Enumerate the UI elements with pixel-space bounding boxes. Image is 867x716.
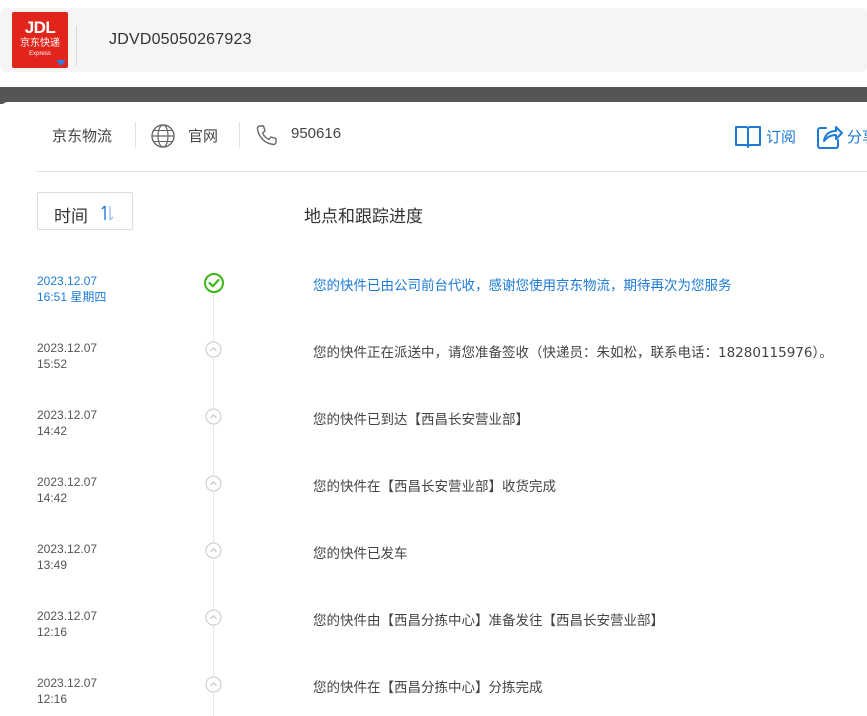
info-divider — [239, 122, 240, 148]
event-date: 2023.12.07 — [37, 274, 98, 288]
jdl-express-logo: JDL 京东快递 Express — [12, 12, 68, 68]
event-date: 2023.12.07 — [37, 542, 98, 556]
phone-icon[interactable] — [254, 123, 279, 148]
event-time: 12:16 — [37, 692, 68, 706]
customer-service-phone[interactable]: 950616 — [291, 125, 341, 142]
share-icon[interactable] — [816, 123, 843, 150]
timeline-node-icon — [205, 609, 222, 626]
info-divider — [135, 122, 136, 148]
event-description: 您的快件在【西昌分拣中心】分拣完成 — [313, 680, 543, 696]
header-divider — [76, 26, 77, 66]
event-time: 15:52 — [37, 357, 68, 371]
event-time: 16:51 星期四 — [37, 290, 107, 304]
tracking-header: JDL 京东快递 Express JDVD05050267923 — [0, 0, 867, 87]
event-date: 2023.12.07 — [37, 341, 98, 355]
event-datetime: 2023.12.07 13:49 — [37, 541, 97, 573]
event-datetime: 2023.12.07 15:52 — [37, 340, 97, 372]
event-datetime: 2023.12.07 14:42 — [37, 407, 97, 439]
event-date: 2023.12.07 — [37, 475, 98, 489]
globe-icon[interactable] — [150, 123, 176, 149]
timeline-node-icon — [205, 408, 222, 425]
timeline-node-icon — [205, 542, 222, 559]
tracking-number[interactable]: JDVD05050267923 — [109, 31, 252, 49]
book-icon[interactable] — [734, 123, 762, 150]
logo-corner-icon — [56, 60, 66, 66]
section-divider — [36, 171, 867, 172]
event-description: 您的快件已发车 — [313, 546, 408, 562]
event-description: 您的快件在【西昌长安营业部】收货完成 — [313, 479, 556, 495]
timeline-node-icon — [205, 341, 222, 358]
event-time: 14:42 — [37, 491, 68, 505]
event-description: 您的快件由【西昌分拣中心】准备发往【西昌长安营业部】 — [313, 613, 664, 629]
time-sort-button[interactable]: 时间 — [37, 192, 133, 230]
sort-icon — [101, 205, 114, 221]
progress-column-label: 地点和跟踪进度 — [304, 207, 423, 227]
event-date: 2023.12.07 — [37, 408, 98, 422]
event-time: 12:16 — [37, 625, 68, 639]
event-datetime: 2023.12.07 12:16 — [37, 675, 97, 707]
event-datetime: 2023.12.07 12:16 — [37, 608, 97, 640]
event-time: 14:42 — [37, 424, 68, 438]
event-date: 2023.12.07 — [37, 609, 98, 623]
timeline-node-icon — [205, 676, 222, 693]
event-date: 2023.12.07 — [37, 676, 98, 690]
share-button[interactable]: 分享 — [847, 126, 867, 147]
event-datetime: 2023.12.07 16:51 星期四 — [37, 273, 106, 305]
event-description: 您的快件已由公司前台代收，感谢您使用京东物流，期待再次为您服务 — [313, 278, 732, 294]
event-description: 您的快件已到达【西昌长安营业部】 — [313, 412, 529, 428]
delivered-check-icon — [203, 272, 225, 294]
subscribe-button[interactable]: 订阅 — [766, 126, 796, 147]
event-time: 13:49 — [37, 558, 68, 572]
courier-company-name: 京东物流 — [52, 127, 113, 145]
time-column-label: 时间 — [54, 207, 88, 227]
event-datetime: 2023.12.07 14:42 — [37, 474, 97, 506]
event-description: 您的快件正在派送中，请您准备签收（快递员：朱如松，联系电话：1828011597… — [313, 345, 833, 361]
timeline-node-icon — [205, 475, 222, 492]
official-website-link[interactable]: 官网 — [188, 125, 218, 146]
